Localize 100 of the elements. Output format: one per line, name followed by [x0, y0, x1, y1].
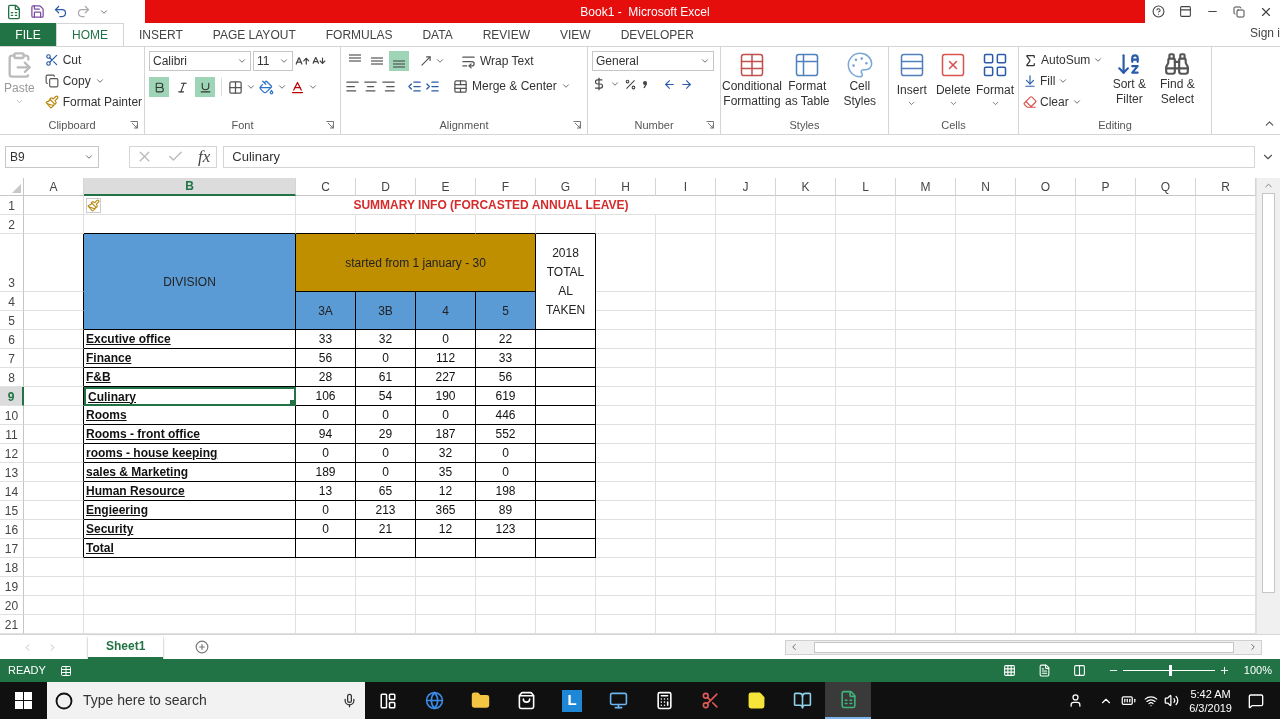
table-cell[interactable]	[536, 330, 596, 349]
restore-icon[interactable]	[1233, 5, 1245, 18]
row-header[interactable]: 4	[0, 292, 24, 311]
macro-record-icon[interactable]	[59, 664, 72, 677]
table-cell[interactable]: F&B	[84, 368, 296, 387]
table-cell[interactable]: 54	[356, 387, 416, 406]
table-cell[interactable]: 33	[296, 330, 356, 349]
column-header[interactable]: A	[24, 178, 84, 196]
dollar-icon[interactable]	[592, 77, 606, 91]
redo-icon[interactable]	[76, 4, 91, 19]
sheet-cell[interactable]	[24, 482, 84, 501]
row-header[interactable]: 3	[0, 234, 24, 292]
table-cell[interactable]: 0	[416, 406, 476, 425]
table-cell[interactable]: Human Resource	[84, 482, 296, 501]
table-cell[interactable]: 0	[476, 444, 536, 463]
table-cell[interactable]: 35	[416, 463, 476, 482]
sign-in-link[interactable]: Sign i	[1249, 24, 1280, 42]
table-cell[interactable]: 0	[476, 463, 536, 482]
align-left-icon[interactable]	[345, 78, 360, 94]
sheet-cell[interactable]	[24, 539, 84, 558]
row-header[interactable]: 18	[0, 558, 24, 577]
ribbon-tab[interactable]: DEVELOPER	[605, 23, 709, 46]
table-cell[interactable]: 189	[296, 463, 356, 482]
table-cell[interactable]: 187	[416, 425, 476, 444]
table-cell[interactable]: 0	[296, 444, 356, 463]
table-cell[interactable]	[536, 406, 596, 425]
table-cell[interactable]	[536, 482, 596, 501]
find-select-button[interactable]: Find & Select	[1155, 51, 1200, 107]
table-cell[interactable]: 227	[416, 368, 476, 387]
taskbar-search-field[interactable]: Type here to search	[47, 682, 365, 719]
table-cell[interactable]: 94	[296, 425, 356, 444]
table-cell[interactable]	[536, 425, 596, 444]
row-header[interactable]: 15	[0, 501, 24, 520]
underline-button[interactable]	[195, 77, 215, 97]
ribbon-tab[interactable]: VIEW	[545, 23, 606, 46]
table-cell[interactable]: 56	[476, 368, 536, 387]
autosum-button[interactable]: AutoSum	[1023, 51, 1104, 69]
table-cell[interactable]	[536, 539, 596, 558]
column-header[interactable]: G	[536, 178, 596, 196]
cells-button[interactable]: Format	[976, 51, 1014, 108]
column-header[interactable]: D	[356, 178, 416, 196]
normal-view-icon[interactable]	[1002, 664, 1016, 677]
table-cell[interactable]: 29	[356, 425, 416, 444]
ribbon-tab[interactable]: FORMULAS	[310, 23, 408, 46]
column-header[interactable]: C	[296, 178, 356, 196]
row-header[interactable]: 2	[0, 215, 24, 234]
page-break-icon[interactable]	[1072, 664, 1086, 677]
column-header[interactable]: B	[84, 178, 296, 196]
row-header[interactable]: 10	[0, 406, 24, 425]
ribbon-tab[interactable]: PAGE LAYOUT	[197, 23, 311, 46]
cells-button[interactable]: Delete	[934, 51, 972, 108]
table-cell[interactable]: 33	[476, 349, 536, 368]
format-painter-button[interactable]: Format Painter	[44, 93, 143, 111]
column-header[interactable]: N	[956, 178, 1016, 196]
table-cell[interactable]: 0	[356, 463, 416, 482]
row-header[interactable]: 12	[0, 444, 24, 463]
wrap-text-button[interactable]: Wrap Text	[461, 52, 534, 70]
table-cell[interactable]: 0	[356, 444, 416, 463]
table-cell[interactable]	[536, 444, 596, 463]
column-header[interactable]: I	[656, 178, 716, 196]
row-header[interactable]: 14	[0, 482, 24, 501]
fill-button[interactable]: Fill	[1023, 72, 1104, 90]
sheet-cell[interactable]	[24, 330, 84, 349]
table-cell[interactable]: Excutive office	[84, 330, 296, 349]
vertical-align-button[interactable]	[389, 51, 409, 71]
taskbar-app[interactable]: L	[549, 682, 595, 719]
ribbon-tab[interactable]: REVIEW	[467, 23, 545, 46]
column-header[interactable]: P	[1076, 178, 1136, 196]
table-cell[interactable]: 12	[416, 482, 476, 501]
merge-center-button[interactable]: Merge & Center	[453, 77, 571, 95]
sheet-cell[interactable]	[24, 292, 84, 311]
sheet-cell[interactable]	[24, 234, 84, 292]
wifi-icon[interactable]	[1144, 693, 1159, 708]
table-cell[interactable]	[536, 463, 596, 482]
windows-start-icon[interactable]	[15, 692, 32, 709]
row-header[interactable]: 17	[0, 539, 24, 558]
select-all-icon[interactable]	[12, 184, 21, 193]
table-cell[interactable]: Security	[84, 520, 296, 539]
table-cell[interactable]	[536, 349, 596, 368]
indent-increase-icon[interactable]	[425, 78, 440, 94]
arrow-left-icon[interactable]	[663, 77, 676, 91]
horizontal-scrollbar[interactable]	[785, 639, 1262, 655]
table-cell[interactable]	[356, 539, 416, 558]
help-icon[interactable]	[1152, 5, 1165, 18]
clear-button[interactable]: Clear	[1023, 93, 1104, 111]
dialog-launcher-icon[interactable]	[326, 121, 334, 129]
column-header[interactable]: M	[896, 178, 956, 196]
table-cell[interactable]: 0	[356, 349, 416, 368]
row-header[interactable]: 13	[0, 463, 24, 482]
table-cell[interactable]: 22	[476, 330, 536, 349]
table-cell[interactable]: sales & Marketing	[84, 463, 296, 482]
table-cell[interactable]: 446	[476, 406, 536, 425]
table-cell[interactable]: 28	[296, 368, 356, 387]
font-color-icon[interactable]	[290, 79, 305, 95]
column-header[interactable]: Q	[1136, 178, 1196, 196]
notifications-icon[interactable]	[1248, 692, 1264, 709]
table-cell[interactable]: 619	[476, 387, 536, 406]
column-header[interactable]: H	[596, 178, 656, 196]
scroll-right-icon[interactable]	[1248, 642, 1258, 652]
table-cell[interactable]: 21	[356, 520, 416, 539]
